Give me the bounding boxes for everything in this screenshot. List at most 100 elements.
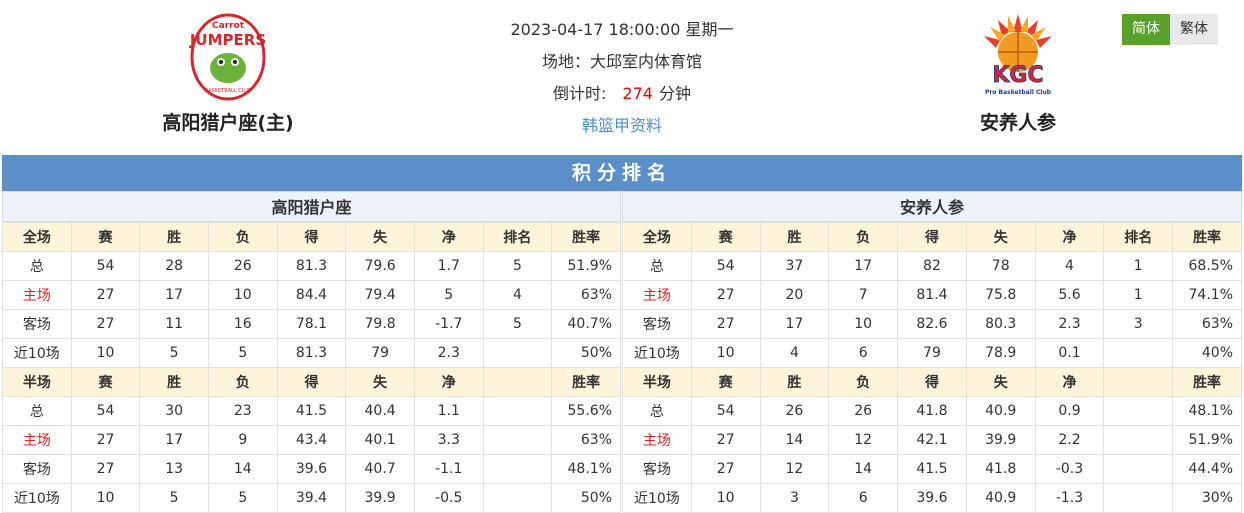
svg-text:KGC: KGC bbox=[992, 63, 1043, 88]
match-datetime: 2023-04-17 18:00:00 星期一 bbox=[510, 20, 734, 39]
table-cell: 51.9% bbox=[1172, 425, 1242, 455]
table-row: 客场 27 11 16 78.1 79.8 -1.7 5 40.7% bbox=[2, 309, 621, 339]
table-cell: 客场 bbox=[622, 454, 692, 484]
match-venue: 场地：大邱室内体育馆 bbox=[541, 52, 702, 71]
table-cell: 5 bbox=[482, 251, 553, 281]
table-row: 近10场 10 5 5 39.4 39.9 -0.5 50% bbox=[2, 483, 621, 513]
table-cell: 81.4 bbox=[897, 280, 967, 310]
table-cell: 78.1 bbox=[276, 309, 347, 339]
table-cell: 43.4 bbox=[276, 425, 347, 455]
table-cell: 75.8 bbox=[965, 280, 1036, 310]
away-team: KGC Pro Basketball Club 安养人参 bbox=[928, 12, 1108, 135]
column-header: 胜率 bbox=[551, 222, 621, 252]
table-cell: 41.8 bbox=[897, 396, 967, 426]
table-cell: 27 bbox=[70, 309, 141, 339]
table-row: 总 54 30 23 41.5 40.4 1.1 55.6% bbox=[2, 396, 621, 426]
table-row: 近10场 10 4 6 79 78.9 0.1 40% bbox=[622, 338, 1242, 368]
table-cell: 27 bbox=[70, 454, 141, 484]
table-cell: 5 bbox=[207, 338, 278, 368]
column-header: 胜率 bbox=[551, 367, 621, 397]
column-header: 赛 bbox=[70, 367, 141, 397]
table-cell: 4 bbox=[759, 338, 830, 368]
column-header: 赛 bbox=[70, 222, 141, 252]
table-cell: 2.3 bbox=[413, 338, 484, 368]
column-header: 胜 bbox=[139, 222, 209, 252]
table-cell bbox=[1103, 483, 1174, 513]
table-cell: 68.5% bbox=[1172, 251, 1242, 281]
svg-text:BASKETBALL CLUB: BASKETBALL CLUB bbox=[205, 88, 252, 94]
table-cell: 5 bbox=[207, 483, 278, 513]
table-cell: 主场 bbox=[2, 425, 72, 455]
table-cell: 总 bbox=[2, 251, 72, 281]
table-cell: 6 bbox=[828, 338, 899, 368]
column-header: 净 bbox=[1034, 367, 1105, 397]
table-cell: 5.6 bbox=[1034, 280, 1105, 310]
table-row: 主场 27 14 12 42.1 39.9 2.2 51.9% bbox=[622, 425, 1242, 455]
league-data-link[interactable]: 韩篮甲资料 bbox=[412, 110, 832, 142]
column-header: 净 bbox=[1034, 222, 1105, 252]
table-cell bbox=[1103, 396, 1174, 426]
table-cell: 40.7 bbox=[345, 454, 415, 484]
table-cell: 48.1% bbox=[1172, 396, 1242, 426]
table-cell: 16 bbox=[207, 309, 278, 339]
table-cell: 78.9 bbox=[965, 338, 1036, 368]
table-cell: 63% bbox=[551, 280, 621, 310]
column-header: 排名 bbox=[1103, 222, 1174, 252]
table-cell: 0.9 bbox=[1034, 396, 1105, 426]
table-cell: 12 bbox=[828, 425, 899, 455]
table-row: 总 54 28 26 81.3 79.6 1.7 5 51.9% bbox=[2, 251, 621, 281]
table-cell: 81.3 bbox=[276, 338, 347, 368]
column-header bbox=[1103, 367, 1174, 397]
table-row: 主场 27 17 9 43.4 40.1 3.3 63% bbox=[2, 425, 621, 455]
table-cell: 54 bbox=[70, 251, 141, 281]
column-header: 失 bbox=[345, 367, 415, 397]
column-header: 半场 bbox=[622, 367, 692, 397]
table-cell: 54 bbox=[690, 396, 761, 426]
table-cell: 近10场 bbox=[2, 338, 72, 368]
table-row: 近10场 10 5 5 81.3 79 2.3 50% bbox=[2, 338, 621, 368]
table-cell bbox=[482, 425, 553, 455]
table-cell: 41.8 bbox=[965, 454, 1036, 484]
table-cell bbox=[482, 454, 553, 484]
column-header: 得 bbox=[897, 222, 967, 252]
column-header: 全场 bbox=[622, 222, 692, 252]
table-cell: 4 bbox=[482, 280, 553, 310]
table-cell: 10 bbox=[70, 483, 141, 513]
table-cell: 1 bbox=[1103, 251, 1174, 281]
table-cell: 27 bbox=[690, 425, 761, 455]
table-cell: 79 bbox=[897, 338, 967, 368]
column-header: 半场 bbox=[2, 367, 72, 397]
table-row: 总 54 26 26 41.8 40.9 0.9 48.1% bbox=[622, 396, 1242, 426]
table-cell bbox=[1103, 338, 1174, 368]
table-cell: 5 bbox=[482, 309, 553, 339]
table-cell: 3 bbox=[759, 483, 830, 513]
table-cell bbox=[482, 396, 553, 426]
table-cell: 39.6 bbox=[897, 483, 967, 513]
table-cell: 44.4% bbox=[1172, 454, 1242, 484]
match-header: Carrot JUMPERS BASKETBALL CLUB 高阳猎户座(主) … bbox=[0, 0, 1244, 155]
table-cell: 14 bbox=[759, 425, 830, 455]
table-row: 客场 27 13 14 39.6 40.7 -1.1 48.1% bbox=[2, 454, 621, 484]
table-cell: 5 bbox=[139, 483, 209, 513]
left-standings-table: 全场赛胜负得失净排名 胜率总 54 28 26 81.3 79.6 1.7 5 51.9% 主场 27… bbox=[2, 222, 621, 513]
table-cell: 近10场 bbox=[2, 483, 72, 513]
column-header: 失 bbox=[345, 222, 415, 252]
table-cell: 2.2 bbox=[1034, 425, 1105, 455]
table-cell: 1 bbox=[1103, 280, 1174, 310]
table-cell: 7 bbox=[828, 280, 899, 310]
table-cell bbox=[1103, 454, 1174, 484]
table-cell: 63% bbox=[551, 425, 621, 455]
table-cell: 0.1 bbox=[1034, 338, 1105, 368]
simplified-button[interactable]: 简体 bbox=[1122, 14, 1170, 45]
table-cell: 63% bbox=[1172, 309, 1242, 339]
traditional-button[interactable]: 繁体 bbox=[1170, 14, 1218, 45]
home-team-logo: Carrot JUMPERS BASKETBALL CLUB bbox=[189, 13, 266, 101]
table-cell: 11 bbox=[139, 309, 209, 339]
table-cell: 2.3 bbox=[1034, 309, 1105, 339]
table-cell: 主场 bbox=[622, 280, 692, 310]
table-cell: 26 bbox=[759, 396, 830, 426]
table-row: 客场 27 17 10 82.6 80.3 2.3 3 63% bbox=[622, 309, 1242, 339]
table-cell: 3.3 bbox=[413, 425, 484, 455]
table-cell: 主场 bbox=[2, 280, 72, 310]
table-cell: 27 bbox=[690, 309, 761, 339]
